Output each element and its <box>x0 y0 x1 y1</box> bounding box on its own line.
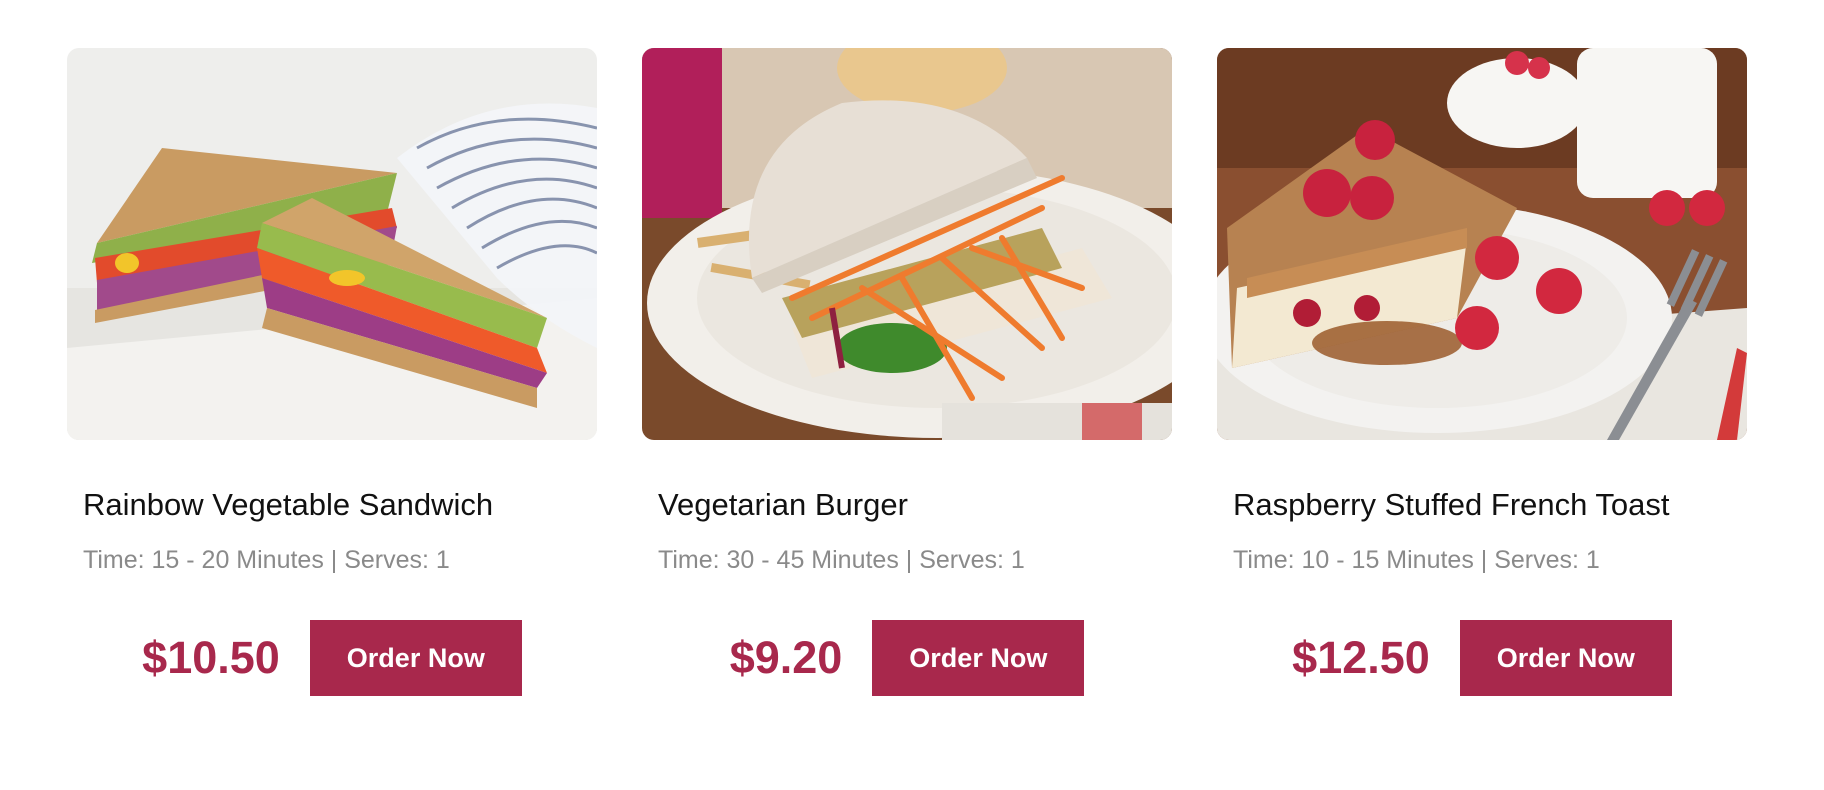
price: $12.50 <box>1292 632 1430 684</box>
product-image[interactable] <box>1217 48 1747 440</box>
product-meta: Time: 15 - 20 Minutes | Serves: 1 <box>83 546 450 575</box>
buy-row: $12.50 Order Now <box>1217 620 1747 697</box>
product-meta: Time: 30 - 45 Minutes | Serves: 1 <box>658 546 1025 575</box>
product-grid: Rainbow Vegetable Sandwich Time: 15 - 20… <box>67 48 1747 697</box>
price: $10.50 <box>142 632 280 684</box>
product-card: Vegetarian Burger Time: 30 - 45 Minutes … <box>642 48 1172 697</box>
product-meta: Time: 10 - 15 Minutes | Serves: 1 <box>1233 546 1600 575</box>
price: $9.20 <box>729 632 843 684</box>
burger-illustration <box>642 48 1172 440</box>
buy-row: $9.20 Order Now <box>642 620 1172 697</box>
product-card: Raspberry Stuffed French Toast Time: 10 … <box>1217 48 1747 697</box>
product-image[interactable] <box>67 48 597 440</box>
order-now-button[interactable]: Order Now <box>872 620 1085 697</box>
french-toast-illustration <box>1217 48 1747 440</box>
product-image[interactable] <box>642 48 1172 440</box>
buy-row: $10.50 Order Now <box>67 620 597 697</box>
order-now-button[interactable]: Order Now <box>1459 620 1672 697</box>
sandwich-illustration <box>67 48 597 440</box>
product-card: Rainbow Vegetable Sandwich Time: 15 - 20… <box>67 48 597 697</box>
product-title[interactable]: Raspberry Stuffed French Toast <box>1233 486 1747 523</box>
product-title[interactable]: Rainbow Vegetable Sandwich <box>83 486 597 523</box>
product-title[interactable]: Vegetarian Burger <box>658 486 1172 523</box>
order-now-button[interactable]: Order Now <box>309 620 522 697</box>
